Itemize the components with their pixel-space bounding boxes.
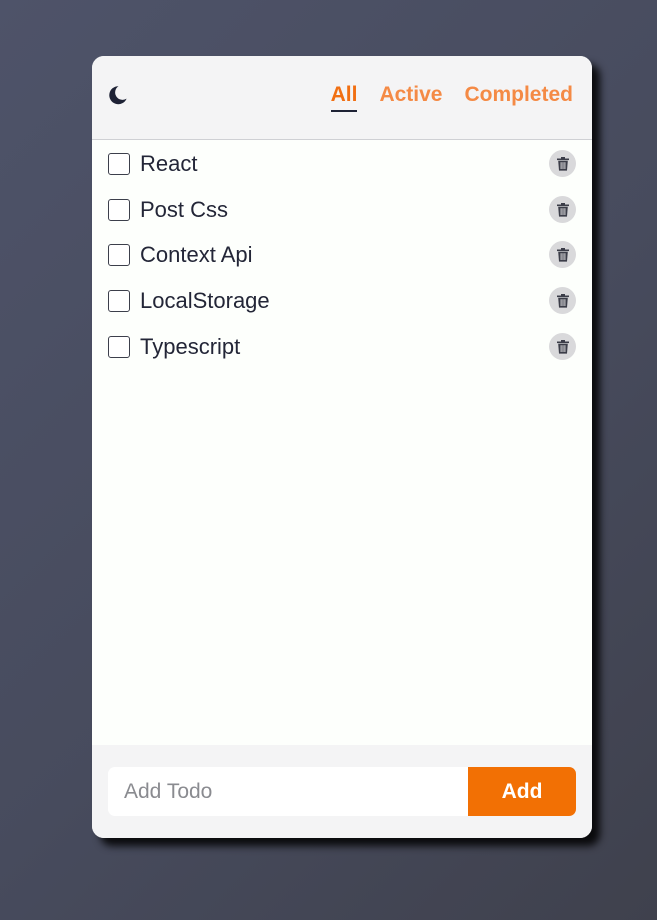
trash-icon bbox=[556, 293, 569, 308]
trash-icon bbox=[556, 339, 569, 354]
todo-item-post-css: Post Css bbox=[108, 195, 576, 225]
delete-button[interactable] bbox=[549, 241, 576, 268]
tab-all[interactable]: All bbox=[330, 82, 358, 112]
todo-item-typescript: Typescript bbox=[108, 332, 576, 362]
moon-icon[interactable] bbox=[107, 84, 129, 106]
add-todo-input[interactable] bbox=[108, 767, 468, 816]
todo-label: LocalStorage bbox=[140, 288, 270, 313]
delete-button[interactable] bbox=[549, 333, 576, 360]
todo-checkbox[interactable] bbox=[108, 199, 130, 221]
todo-card: All Active Completed React Post Css Cont… bbox=[92, 56, 592, 838]
todo-label: Typescript bbox=[140, 334, 241, 359]
add-todo-bar: Add bbox=[92, 745, 592, 838]
todo-item-localstorage: LocalStorage bbox=[108, 286, 576, 316]
todo-header: All Active Completed bbox=[92, 56, 592, 140]
trash-icon bbox=[556, 247, 569, 262]
trash-icon bbox=[556, 202, 569, 217]
delete-button[interactable] bbox=[549, 150, 576, 177]
todo-checkbox[interactable] bbox=[108, 290, 130, 312]
trash-icon bbox=[556, 156, 569, 171]
delete-button[interactable] bbox=[549, 196, 576, 223]
todo-label: React bbox=[140, 151, 198, 176]
todo-item-context-api: Context Api bbox=[108, 240, 576, 270]
todo-checkbox[interactable] bbox=[108, 153, 130, 175]
delete-button[interactable] bbox=[549, 287, 576, 314]
todo-label: Post Css bbox=[140, 197, 229, 222]
add-button[interactable]: Add bbox=[468, 767, 576, 816]
tab-completed[interactable]: Completed bbox=[464, 82, 573, 112]
todo-checkbox[interactable] bbox=[108, 244, 130, 266]
tab-active[interactable]: Active bbox=[379, 82, 442, 112]
todo-list: React Post Css Context Api LocalStorage … bbox=[92, 140, 592, 745]
todo-checkbox[interactable] bbox=[108, 336, 130, 358]
todo-label: Context Api bbox=[140, 242, 253, 267]
filter-tabs: All Active Completed bbox=[330, 82, 573, 112]
todo-item-react: React bbox=[108, 149, 576, 179]
